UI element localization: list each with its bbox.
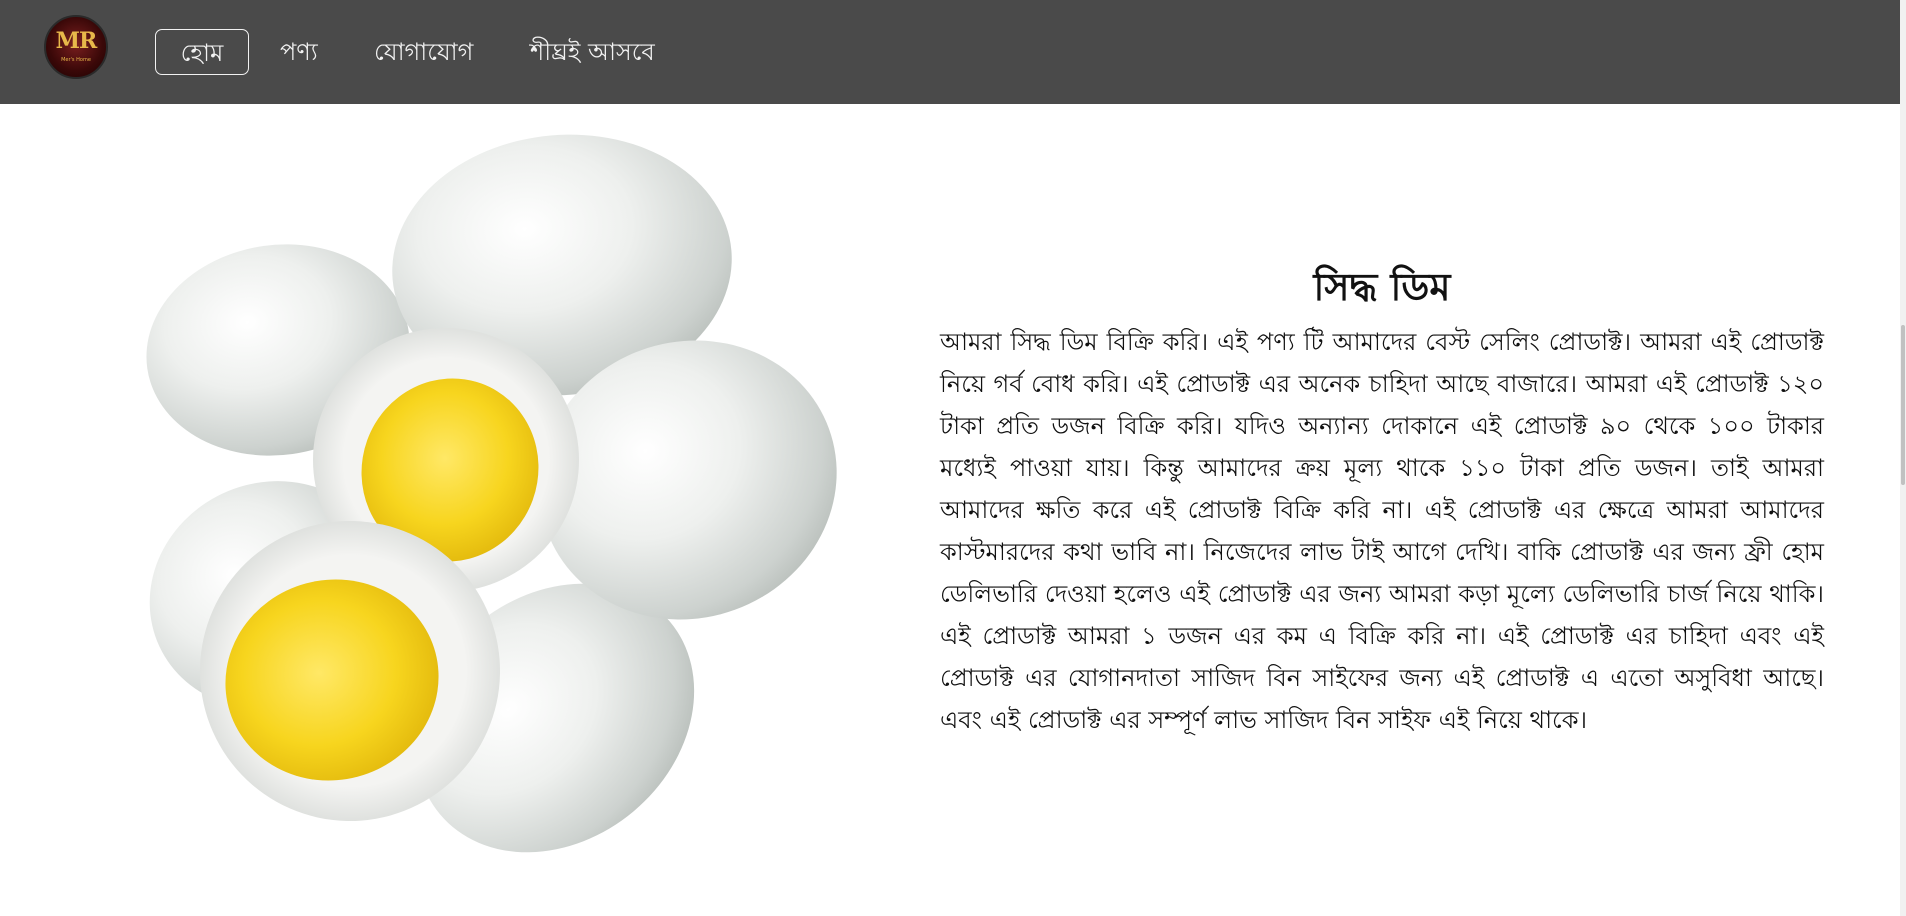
site-logo[interactable]: MR Mer's Home	[44, 15, 108, 79]
nav-home-button[interactable]: হোম	[155, 29, 249, 75]
nav-coming-soon-link[interactable]: শীঘ্রই আসবে	[530, 29, 655, 75]
product-description: আমরা সিদ্ধ ডিম বিক্রি করি। এই পণ্য টি আম…	[940, 328, 1824, 734]
scrollbar-thumb[interactable]	[1901, 325, 1905, 485]
product-title: সিদ্ধ ডিম	[1313, 265, 1451, 309]
nav-products-link[interactable]: পণ্য	[280, 29, 318, 75]
navbar: MR Mer's Home হোম পণ্য যোগাযোগ শীঘ্রই আস…	[0, 0, 1900, 104]
logo-subtext: Mer's Home	[61, 57, 91, 63]
boiled-eggs-image	[146, 134, 837, 853]
page-scrollbar[interactable]	[1900, 0, 1906, 916]
nav-contact-link[interactable]: যোগাযোগ	[374, 29, 473, 75]
logo-text: MR	[55, 28, 98, 54]
